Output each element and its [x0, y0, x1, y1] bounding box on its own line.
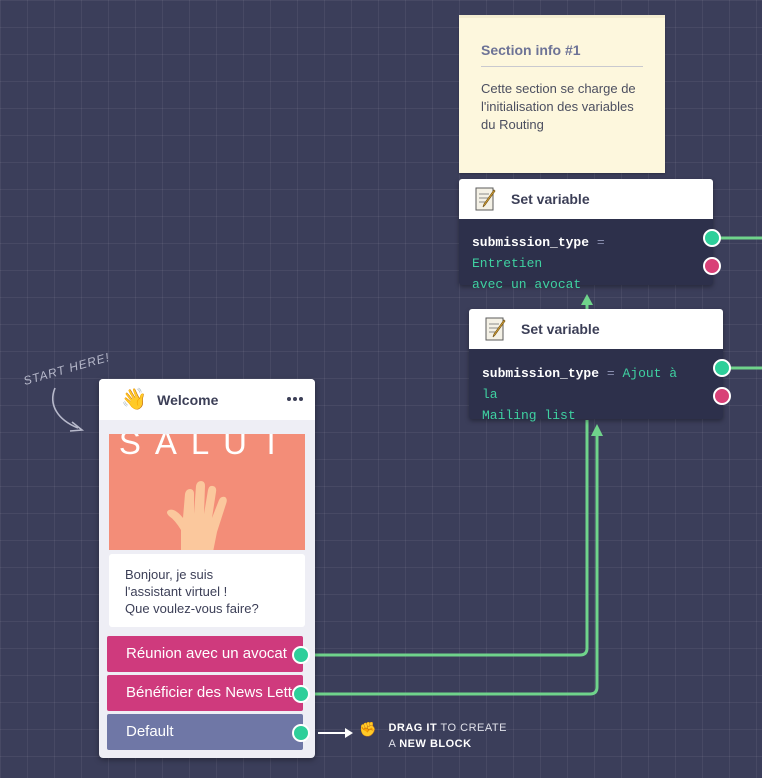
message-line: Que voulez-vous faire?	[125, 601, 259, 616]
block-header[interactable]: Set variable	[469, 309, 723, 349]
set-variable-block-1[interactable]: Set variable submission_type = Entretien…	[459, 179, 721, 292]
choice-button-newsletter[interactable]: Bénéficier des News Letter	[107, 675, 303, 711]
welcome-block[interactable]: 👋 Welcome SALUT Bonjour, je suis l'assis…	[99, 379, 315, 758]
connector-arrow	[591, 424, 603, 436]
choice-output-port[interactable]	[292, 685, 310, 703]
start-here-hint: START HERE!	[21, 349, 112, 389]
drag-hint-text: DRAG IT TO CREATE A NEW BLOCK	[388, 720, 507, 752]
message-line: Bonjour, je suis	[125, 567, 214, 582]
welcome-image: SALUT	[109, 434, 305, 550]
choice-button-default[interactable]: Default	[107, 714, 303, 750]
choice-button-meeting[interactable]: Réunion avec un avocat	[107, 636, 303, 672]
block-title: Set variable	[521, 321, 600, 337]
variable-name: submission_type	[472, 235, 590, 250]
note-body: Cette section se charge de l'initialisat…	[481, 81, 636, 132]
welcome-title: Welcome	[157, 391, 219, 408]
memo-icon	[485, 317, 506, 341]
raised-fist-icon: ✊	[359, 721, 377, 737]
drag-hint-bold: DRAG IT	[388, 722, 438, 734]
variable-value: Entretien	[472, 256, 543, 271]
block-content[interactable]: submission_type = Ajout à la Mailing lis…	[469, 349, 731, 423]
block-content[interactable]: submission_type = Entretien avec un avoc…	[459, 219, 721, 292]
memo-icon	[475, 187, 496, 211]
flow-canvas[interactable]: Section info #1 Cette section se charge …	[0, 0, 762, 778]
message-line: l'assistant virtuel !	[125, 584, 228, 599]
drag-hint-line2-bold: NEW BLOCK	[399, 738, 472, 750]
output-port-error[interactable]	[703, 257, 721, 275]
message-bubble[interactable]: Bonjour, je suis l'assistant virtuel ! Q…	[109, 554, 305, 627]
raised-hand-icon	[167, 481, 227, 550]
connector-line	[302, 432, 599, 696]
drag-arrow-head	[345, 728, 353, 738]
more-options-icon[interactable]	[287, 391, 303, 407]
start-arrow-head	[69, 421, 85, 432]
connector-arrow	[581, 294, 593, 305]
welcome-header[interactable]: 👋 Welcome	[99, 379, 315, 420]
block-header[interactable]: Set variable	[459, 179, 713, 219]
choice-output-port[interactable]	[292, 724, 310, 742]
assign-operator: =	[596, 235, 605, 250]
waving-hand-icon: 👋	[121, 388, 148, 411]
variable-value: avec un avocat	[472, 277, 582, 292]
output-port-success[interactable]	[703, 229, 721, 247]
drag-hint-line2-pre: A	[388, 738, 400, 750]
choice-output-port[interactable]	[292, 646, 310, 664]
set-variable-block-2[interactable]: Set variable submission_type = Ajout à l…	[469, 309, 731, 423]
output-port-error[interactable]	[713, 387, 731, 405]
assign-operator: =	[606, 366, 615, 381]
connector-line	[302, 420, 589, 657]
image-text: SALUT	[118, 434, 296, 461]
drag-hint-rest: TO CREATE	[437, 722, 507, 734]
drag-hint: ✊ DRAG IT TO CREATE A NEW BLOCK	[359, 720, 507, 752]
start-arrow	[52, 387, 79, 429]
block-title: Set variable	[511, 191, 590, 207]
section-info-note[interactable]: Section info #1 Cette section se charge …	[459, 15, 665, 173]
note-title: Section info #1	[481, 42, 643, 67]
variable-name: submission_type	[482, 366, 600, 381]
output-port-success[interactable]	[713, 359, 731, 377]
variable-value: Mailing list	[482, 408, 576, 423]
